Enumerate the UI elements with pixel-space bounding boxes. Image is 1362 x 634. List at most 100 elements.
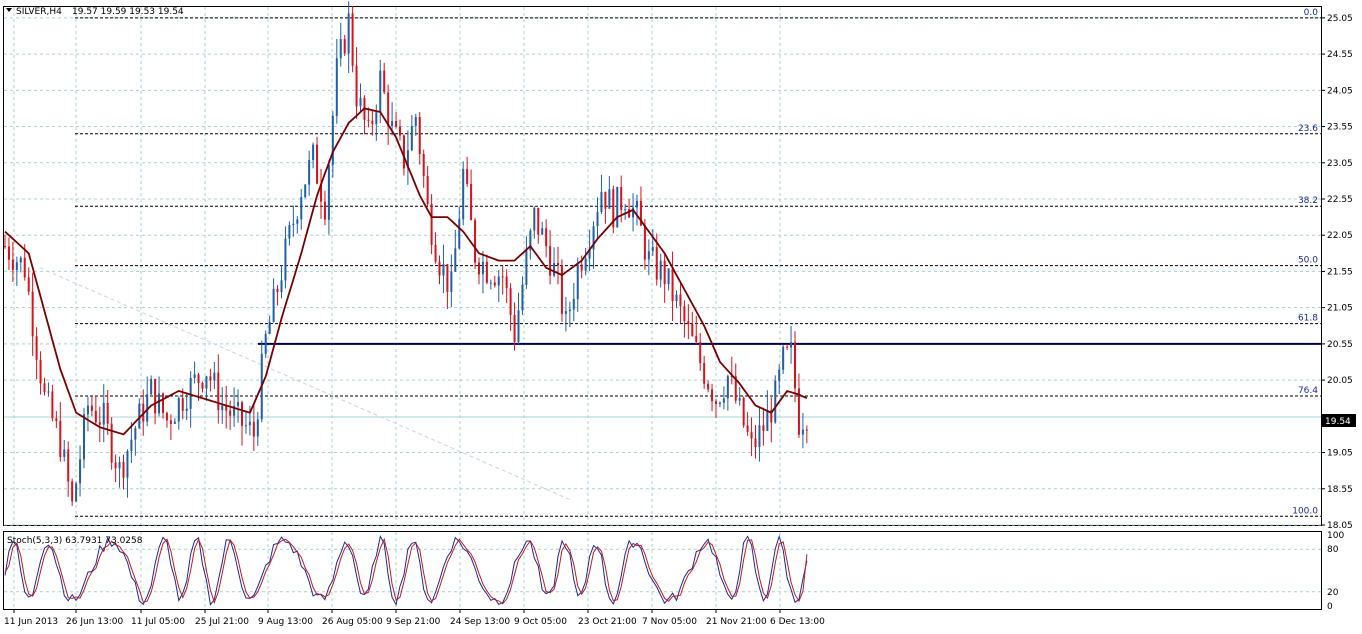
candle-body <box>778 369 781 381</box>
candle-body <box>754 438 757 447</box>
candle-body <box>715 401 717 405</box>
symbol-label: SILVER,H4 <box>16 7 62 17</box>
y-tick-label: 23.55 <box>1327 123 1353 133</box>
candle-body <box>572 299 575 310</box>
candle-body <box>636 200 638 208</box>
candle-body <box>470 183 473 221</box>
candle-body <box>375 112 378 125</box>
candle-body <box>79 459 82 484</box>
candle-body <box>63 449 66 457</box>
candle-body <box>679 294 682 307</box>
candle-body <box>659 260 662 280</box>
x-tick-label: 11 Jul 05:00 <box>131 617 185 627</box>
candle-body <box>15 262 18 271</box>
y-tick-label: 19.05 <box>1327 449 1353 459</box>
candle-body <box>726 376 729 399</box>
candle-body <box>98 422 101 425</box>
candle-body <box>106 402 109 424</box>
candle-body <box>497 276 500 286</box>
x-tick-label: 9 Aug 13:00 <box>258 617 313 627</box>
candle-body <box>90 405 93 411</box>
candle-body <box>122 462 125 478</box>
candle-body <box>521 284 524 311</box>
candle-body <box>402 135 405 169</box>
candle-body <box>711 389 714 402</box>
y-tick-label: 21.05 <box>1327 304 1353 314</box>
candle-body <box>296 219 299 224</box>
candle-body <box>189 377 192 409</box>
candle-body <box>67 449 70 482</box>
candle-body <box>197 374 200 384</box>
candle-body <box>707 383 710 390</box>
candle-body <box>663 260 666 285</box>
stochastic-y-label: 0 <box>1327 602 1333 612</box>
candle-body <box>410 126 413 151</box>
stochastic-label: Stoch(5,3,3) 63.7931 73.0258 <box>7 536 143 546</box>
stochastic-y-label: 80 <box>1327 545 1339 555</box>
fibonacci-level-label: 23.6 <box>1298 124 1318 134</box>
candle-body <box>229 410 232 416</box>
candle-body <box>150 378 153 395</box>
axis-layer: 11 Jun 2013 26 Jun 13:00 11 Jul 05:00 25 Ju… <box>4 14 1353 627</box>
candle-body <box>27 277 30 292</box>
candle-body <box>383 70 386 93</box>
x-tick-label: 26 Aug 05:00 <box>322 617 383 627</box>
candle-body <box>774 380 777 423</box>
candle-body <box>557 262 559 266</box>
collapse-triangle-icon[interactable] <box>6 8 12 12</box>
y-tick-label: 20.05 <box>1327 376 1353 386</box>
candle-body <box>742 397 745 426</box>
stochastic-y-label: 20 <box>1327 588 1339 598</box>
candle-body <box>489 282 492 284</box>
candle-body <box>284 238 287 281</box>
candle-body <box>35 336 38 360</box>
candle-body <box>185 408 188 411</box>
candle-body <box>213 372 216 381</box>
y-tick-label: 18.55 <box>1327 485 1353 495</box>
candle-body <box>292 223 295 226</box>
candle-body <box>347 13 350 54</box>
y-tick-label: 22.55 <box>1327 195 1353 205</box>
candle-body <box>703 363 706 384</box>
candle-body <box>576 264 579 300</box>
candle-body <box>331 115 334 165</box>
candle-body <box>312 144 315 161</box>
candle-body <box>596 212 599 227</box>
candle-body <box>300 197 303 220</box>
candle-body <box>256 419 259 437</box>
candle-body <box>750 431 753 439</box>
candle-body <box>671 268 674 302</box>
candle-body <box>438 261 441 276</box>
candle-body <box>23 257 26 278</box>
fibonacci-level-label: 50.0 <box>1298 256 1318 266</box>
candle-body <box>801 429 804 435</box>
stochastic-main-line <box>4 534 808 606</box>
candle-body <box>343 39 346 54</box>
grid-layer <box>4 7 1321 609</box>
candle-body <box>481 261 484 275</box>
candle-body <box>643 225 646 260</box>
candle-body <box>414 117 417 127</box>
candle-body <box>130 439 133 452</box>
candle-body <box>11 259 14 271</box>
x-tick-label: 6 Dec 13:00 <box>770 617 825 627</box>
y-tick-label: 24.55 <box>1327 50 1353 60</box>
candle-body <box>446 264 449 292</box>
price-chart-svg[interactable]: 0.0 23.6 38.2 50.0 61.8 76.4 100.0 11 Jun 2013… <box>0 0 1362 630</box>
candle-body <box>39 359 42 384</box>
candle-body <box>782 346 785 370</box>
candle-body <box>7 246 10 260</box>
chart-window[interactable]: 0.0 23.6 38.2 50.0 61.8 76.4 100.0 11 Jun 2013… <box>0 0 1362 630</box>
candle-body <box>339 39 342 59</box>
current-price-text: 19.54 <box>1325 417 1351 427</box>
candle-body <box>217 372 220 411</box>
candle-body <box>55 418 58 421</box>
candle-body <box>252 421 255 437</box>
candle-body <box>655 247 658 280</box>
candle-body <box>501 276 504 278</box>
candle-body <box>193 374 196 378</box>
candle-body <box>94 410 97 423</box>
candle-body <box>722 398 725 403</box>
candle-body <box>47 391 50 393</box>
candle-body <box>134 428 137 440</box>
